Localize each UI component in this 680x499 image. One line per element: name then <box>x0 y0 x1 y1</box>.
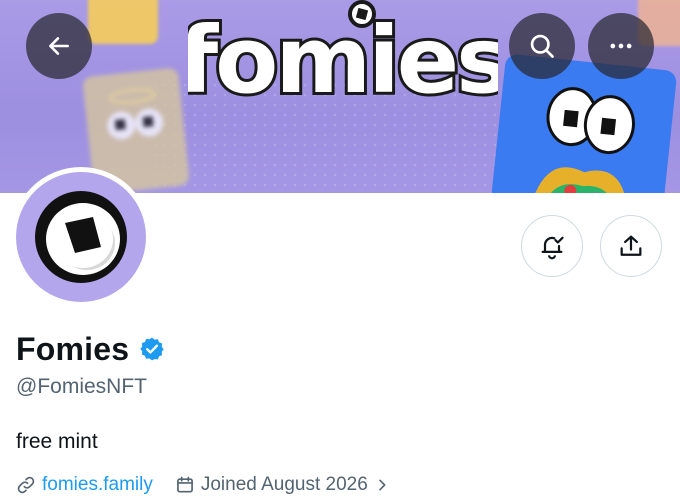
profile-avatar[interactable] <box>11 167 151 307</box>
profile-meta-row: fomies.family Joined August 2026 <box>16 472 390 498</box>
share-button[interactable] <box>600 215 662 277</box>
share-icon <box>620 235 642 256</box>
banner-nft-card <box>88 0 158 44</box>
profile-handle: @FomiesNFT <box>16 375 147 398</box>
calendar-icon <box>176 476 193 493</box>
fomies-coin-logo <box>35 191 127 283</box>
search-icon <box>530 34 554 58</box>
back-button[interactable] <box>26 13 92 79</box>
more-options-button[interactable] <box>588 13 654 79</box>
banner-wordmark-text: fomies <box>188 7 498 108</box>
profile-bio: free mint <box>16 430 98 453</box>
profile-name-row: Fomies <box>16 329 165 369</box>
notifications-button[interactable] <box>521 215 583 277</box>
nft-character-image <box>530 87 635 193</box>
display-name: Fomies <box>16 330 130 367</box>
profile-banner[interactable]: fomies <box>0 0 680 193</box>
verified-badge-icon[interactable] <box>139 336 165 362</box>
more-horizontal-icon <box>610 43 632 49</box>
bell-check-icon <box>541 236 564 260</box>
joined-date[interactable]: Joined August 2026 <box>175 474 390 496</box>
joined-date-text: Joined August 2026 <box>200 474 368 495</box>
link-icon <box>17 476 35 494</box>
chevron-right-icon <box>378 479 386 491</box>
arrow-left-icon <box>49 37 69 55</box>
search-button[interactable] <box>509 13 575 79</box>
website-link-text[interactable]: fomies.family <box>42 474 153 496</box>
fomies-wordmark: fomies <box>188 0 498 108</box>
avatar-background <box>16 172 146 302</box>
website-link[interactable]: fomies.family <box>16 474 153 496</box>
banner-nft-card <box>490 53 678 193</box>
